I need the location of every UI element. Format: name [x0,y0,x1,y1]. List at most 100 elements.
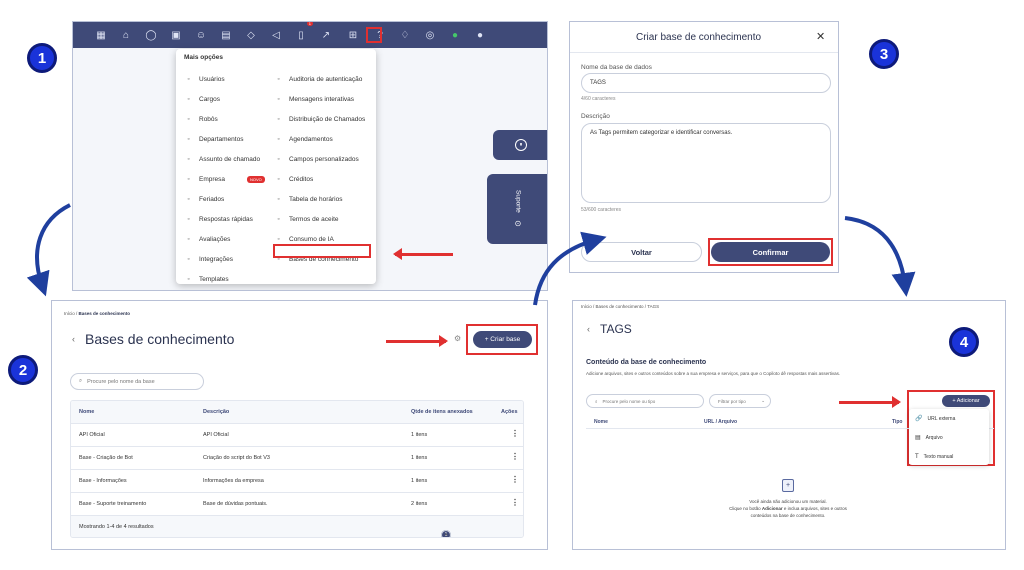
cell-description: Criação do script do Bot V3 [203,455,270,461]
row-actions-icon[interactable]: ⋮ [511,452,519,461]
menu-item[interactable]: ◦ Distribuição de Chamados [274,109,365,129]
tag-icon[interactable]: ◇ [245,30,257,41]
book-icon[interactable]: ▤ [220,30,232,41]
highlight-more-options [366,27,382,43]
confirm-button[interactable]: Confirmar [711,242,830,262]
chat-icon[interactable]: ◯ [145,30,157,41]
pause-button[interactable]: ⏸ [493,130,547,160]
menu-item-label: Auditoria de autenticação [289,75,363,83]
menu-item[interactable]: ◦ Feriados [184,189,265,209]
ai-icon[interactable]: ◎ [424,30,436,41]
empty-line-3: conteúdos na base de conhecimento. [750,513,826,518]
file-icon: ▤ [915,435,921,441]
name-label: Nome da base de dados [581,64,652,71]
panel-step-4: Início / Bases de conhecimento / TAGS ‹ … [572,300,1006,550]
col-name: Nome [594,419,608,425]
table-footer: Mostrando 1-4 de 4 resultados «‹1›» [71,516,523,537]
dropdown-item-label: URL externa [927,415,956,422]
menu-item[interactable]: ◦ Avaliações [184,229,265,249]
dashboard-icon[interactable]: ▦ [95,30,107,41]
create-base-button[interactable]: + Criar base [473,331,532,348]
base-name-input[interactable]: TAGS [581,73,831,93]
table-row[interactable]: Base - Criação de Bot Criação do script d… [71,447,523,470]
menu-title: Mais opções [184,54,224,61]
cell-description: API Oficial [203,432,229,438]
menu-item[interactable]: ◦ Usuários [184,69,265,89]
page-title: Bases de conhecimento [85,331,235,347]
cell-description: Informações da empresa [203,478,264,484]
analytics-icon[interactable]: ↗ [320,30,332,41]
page-header: ‹ Bases de conhecimento [72,331,234,347]
empty-line-2-bold: Adicionar [761,506,783,511]
type-filter-select[interactable]: Filtrar por tipo ⌄ [709,394,771,408]
settings-gear-icon[interactable]: ⚙ [454,334,461,343]
red-arrow-2 [386,335,448,347]
lightning-icon: ◦ [187,215,190,223]
menu-item[interactable]: ◦ Mensagens interativas [274,89,365,109]
table-row[interactable]: API Oficial API Oficial 1 itens ⋮ [71,424,523,447]
add-button[interactable]: + Adicionar [942,395,990,407]
robot-menu-icon[interactable]: ⌂ [120,30,132,41]
breadcrumb-home[interactable]: Início / [64,311,79,316]
empty-state: + Você ainda não adicionou um material. … [673,479,903,519]
top-navbar: ▦ ⌂ ◯ ▣ ☺ ▤ ◇ ◁ ▯ 1 ↗ ⊞ ? ♢ ◎ ● ● [73,22,547,48]
menu-item[interactable]: ◦ Termos de aceite [274,209,365,229]
robot-icon: ◦ [187,115,190,123]
contacts-icon[interactable]: ▣ [170,30,182,41]
close-icon[interactable]: ✕ [816,30,825,43]
menu-item[interactable]: ◦ Tabela de horários [274,189,365,209]
menu-item[interactable]: ◦ Campos personalizados [274,149,365,169]
menu-item[interactable]: ◦ Agendamentos [274,129,365,149]
more-options-icon[interactable]: ⊞ [345,30,361,41]
avatar[interactable]: ● [474,30,486,41]
row-actions-icon[interactable]: ⋮ [511,429,519,438]
menu-item-label: Assunto de chamado [199,155,261,163]
col-actions: Ações [501,409,518,415]
menu-item[interactable]: ◦ Assunto de chamado [184,149,265,169]
back-button[interactable]: Voltar [581,242,702,262]
menu-item[interactable]: ◦ Templates [184,269,265,289]
search-input[interactable]: ⌕ Procure pelo nome ou tipo [586,394,704,408]
megaphone-icon[interactable]: ◁ [270,30,282,41]
table-row[interactable]: Base - Informações Informações da empresa… [71,470,523,493]
cell-description: Base de dúvidas pontuais. [203,501,268,507]
menu-item[interactable]: ◦ Cargos [184,89,265,109]
dropdown-item-label: Arquivo [925,434,943,441]
table-row[interactable]: Base - Suporte treinamento Base de dúvida… [71,493,523,516]
results-count: Mostrando 1-4 de 4 resultados [79,524,154,530]
table-icon: ◦ [277,195,280,203]
menu-item[interactable]: ◦ Auditoria de autenticação [274,69,365,89]
step-badge-2: 2 [8,355,38,385]
menu-item-label: Termos de aceite [289,215,339,223]
phone-icon[interactable]: ▯ 1 [295,22,313,41]
dropdown-item[interactable]: T Texto manual [909,447,989,466]
menu-item[interactable]: ◦ Robôs [184,109,265,129]
support-label: Suporte [514,190,522,213]
last-page-button[interactable]: » [441,530,451,537]
menu-item[interactable]: ◦ Empresa NOVO [184,169,265,189]
dropdown-item[interactable]: ▤ Arquivo [909,428,989,447]
menu-item-label: Campos personalizados [289,155,359,163]
back-chevron-icon[interactable]: ‹ [72,334,75,344]
row-actions-icon[interactable]: ⋮ [511,498,519,507]
menu-item[interactable]: ◦ Créditos [274,169,365,189]
menu-item[interactable]: ◦ Departamentos [184,129,265,149]
dropdown-item[interactable]: 🔗 URL externa [909,409,989,428]
back-chevron-icon[interactable]: ‹ [587,324,590,334]
row-actions-icon[interactable]: ⋮ [511,475,519,484]
step-badge-4: 4 [949,327,979,357]
status-icon[interactable]: ● [449,30,461,41]
menu-item-label: Consumo de IA [289,235,334,243]
menu-item-label: Créditos [289,175,314,183]
empty-line-1: Você ainda não adicionou um material. [749,499,827,504]
menu-item[interactable]: ◦ Integrações [184,249,265,269]
users-icon[interactable]: ☺ [195,30,207,41]
text-icon: T [915,453,919,460]
bell-icon[interactable]: ♢ [399,30,411,41]
col-type: Tipo [892,419,903,425]
cell-name: Base - Suporte treinamento [79,501,147,507]
support-button[interactable]: Suporte ⊙ [487,174,547,244]
menu-item[interactable]: ◦ Respostas rápidas [184,209,265,229]
description-textarea[interactable]: As Tags permitem categorizar e identific… [581,123,831,203]
search-input[interactable]: ⌕ Procure pelo nome da base [70,373,204,390]
